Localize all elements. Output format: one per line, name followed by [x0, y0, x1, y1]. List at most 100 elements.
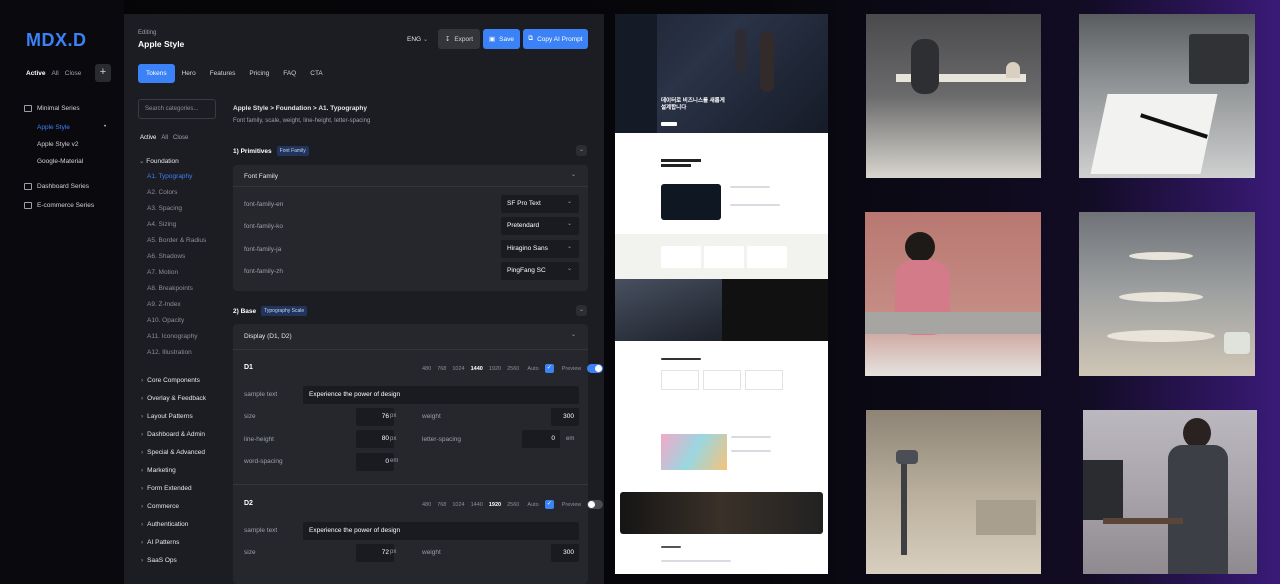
gallery-photo-office-woman[interactable] — [866, 14, 1041, 178]
collapse-base-button[interactable]: ⌄ — [576, 305, 587, 316]
export-button[interactable]: ↧ Export — [438, 29, 480, 49]
tab-tokens[interactable]: Tokens — [138, 64, 175, 83]
sub-colors[interactable]: A2. Colors — [147, 189, 177, 196]
auto-checkbox[interactable]: ✓ — [544, 500, 554, 509]
d1-letter-spacing-input[interactable]: 0 — [522, 430, 560, 448]
bp-1440[interactable]: 1440 — [471, 502, 483, 508]
sub-sizing[interactable]: A4. Sizing — [147, 221, 176, 228]
sub-iconography[interactable]: A11. Iconography — [147, 333, 197, 340]
chevron-down-icon[interactable]: ⌄ — [571, 331, 576, 338]
filter-close[interactable]: Close — [65, 70, 82, 77]
gallery-photo-macarons[interactable] — [1079, 212, 1255, 376]
bp-480[interactable]: 480 — [422, 366, 431, 372]
sub-typography[interactable]: A1. Typography — [147, 173, 192, 180]
card-title: Display (D1, D2) — [244, 333, 292, 340]
chevron-down-icon[interactable]: ⌄ — [571, 171, 576, 178]
collapse-primitives-button[interactable]: ⌄ — [576, 145, 587, 156]
filter-all[interactable]: All — [52, 70, 59, 77]
preview-dashboard-thumb — [661, 184, 721, 220]
bp-1920[interactable]: 1920 — [489, 502, 501, 508]
tree-item-google-material[interactable]: Google-Material — [37, 158, 83, 165]
d1-weight-input[interactable]: 300 — [551, 408, 579, 426]
font-family-en-select[interactable]: SF Pro Text — [501, 193, 579, 213]
copy-ai-prompt-button[interactable]: ⧉ Copy AI Prompt — [523, 29, 588, 49]
d1-size-input[interactable]: 76 — [356, 408, 394, 426]
d2-weight-input[interactable]: 300 — [551, 544, 579, 562]
tab-faq[interactable]: FAQ — [276, 64, 303, 83]
cat-filter-close[interactable]: Close — [173, 135, 188, 141]
preview-label: Preview — [561, 501, 582, 508]
tree-item-apple-style-v2[interactable]: Apple Style v2 — [37, 141, 79, 148]
category-overlay-feedback[interactable]: Overlay & Feedback — [141, 395, 206, 402]
tree-group-ecommerce[interactable]: E-commerce Series — [24, 202, 94, 209]
tab-hero[interactable]: Hero — [175, 64, 203, 83]
bp-1024[interactable]: 1024 — [452, 366, 464, 372]
sub-motion[interactable]: A7. Motion — [147, 269, 178, 276]
d2-size-input[interactable]: 72 — [356, 544, 394, 562]
font-family-ja-select[interactable]: Hiragino Sans — [501, 238, 579, 258]
language-select[interactable]: ENG ⌄ — [407, 35, 428, 43]
add-series-button[interactable]: + — [95, 64, 111, 82]
tree-group-minimal[interactable]: Minimal Series — [24, 105, 80, 112]
bp-1440[interactable]: 1440 — [471, 366, 483, 372]
preview-dark-section — [722, 279, 828, 341]
category-dashboard-admin[interactable]: Dashboard & Admin — [141, 431, 205, 438]
tree-group-dashboard[interactable]: Dashboard Series — [24, 183, 89, 190]
sub-breakpoints[interactable]: A8. Breakpoints — [147, 285, 193, 292]
section-primitives: 1) Primitives Font Family — [233, 146, 309, 156]
cat-filter-all[interactable]: All — [161, 135, 168, 141]
sub-opacity[interactable]: A10. Opacity — [147, 317, 184, 324]
preview-line — [661, 159, 701, 162]
save-button[interactable]: ▣ Save — [483, 29, 520, 49]
preview-hero-title: 데이터로 비즈니스를 새롭게 설계합니다 — [661, 98, 725, 111]
category-form-extended[interactable]: Form Extended — [141, 485, 191, 492]
d1-sample-input[interactable]: Experience the power of design — [303, 386, 579, 404]
category-layout-patterns[interactable]: Layout Patterns — [141, 413, 193, 420]
category-core-components[interactable]: Core Components — [141, 377, 200, 384]
tab-features[interactable]: Features — [203, 64, 243, 83]
category-ai-patterns[interactable]: AI Patterns — [141, 539, 179, 546]
category-saas-ops[interactable]: SaaS Ops — [141, 557, 177, 564]
field-label: font-family-ja — [244, 246, 282, 253]
bp-480[interactable]: 480 — [422, 502, 431, 508]
font-family-zh-select[interactable]: PingFang SC — [501, 260, 579, 280]
bp-2560[interactable]: 2560 — [507, 366, 519, 372]
cat-filter-active[interactable]: Active — [140, 135, 156, 141]
sub-spacing[interactable]: A3. Spacing — [147, 205, 182, 212]
category-authentication[interactable]: Authentication — [141, 521, 188, 528]
gallery-photo-desk-pen[interactable] — [1079, 14, 1255, 178]
category-commerce[interactable]: Commerce — [141, 503, 179, 510]
preview-toggle[interactable] — [587, 364, 604, 373]
d1-line-height-input[interactable]: 80 — [356, 430, 394, 448]
bp-1920[interactable]: 1920 — [489, 366, 501, 372]
d2-sample-input[interactable]: Experience the power of design — [303, 522, 579, 540]
category-search-input[interactable]: Search categories... — [138, 99, 216, 119]
preview-cta — [661, 122, 677, 126]
auto-checkbox[interactable]: ✓ — [544, 364, 554, 373]
token-d2-name: D2 — [244, 500, 253, 507]
sub-border-radius[interactable]: A5. Border & Radius — [147, 237, 206, 244]
gallery-photo-businessman[interactable] — [1083, 410, 1257, 574]
gallery-photo-treatment-room[interactable] — [866, 410, 1041, 574]
preview-toggle[interactable] — [587, 500, 604, 509]
tab-pricing[interactable]: Pricing — [242, 64, 276, 83]
category-foundation[interactable]: ⌄ Foundation — [139, 157, 179, 165]
bp-768[interactable]: 768 — [437, 502, 446, 508]
d1-word-spacing-input[interactable]: 0 — [356, 453, 394, 471]
gallery-photo-man-pink-suit[interactable] — [865, 212, 1041, 376]
bp-2560[interactable]: 2560 — [507, 502, 519, 508]
tree-item-apple-style[interactable]: Apple Style — [37, 124, 70, 131]
category-special-advanced[interactable]: Special & Advanced — [141, 449, 205, 456]
category-marketing[interactable]: Marketing — [141, 467, 176, 474]
sub-z-index[interactable]: A9. Z-Index — [147, 301, 181, 308]
sub-illustration[interactable]: A12. Illustration — [147, 349, 192, 356]
card-title: Font Family — [244, 173, 278, 180]
bp-768[interactable]: 768 — [437, 366, 446, 372]
sub-shadows[interactable]: A6. Shadows — [147, 253, 185, 260]
preview-footer-line — [661, 546, 681, 548]
tab-cta[interactable]: CTA — [303, 64, 330, 83]
active-dot: • — [104, 124, 107, 130]
bp-1024[interactable]: 1024 — [452, 502, 464, 508]
filter-active[interactable]: Active — [26, 70, 46, 77]
font-family-ko-select[interactable]: Pretendard — [501, 215, 579, 235]
